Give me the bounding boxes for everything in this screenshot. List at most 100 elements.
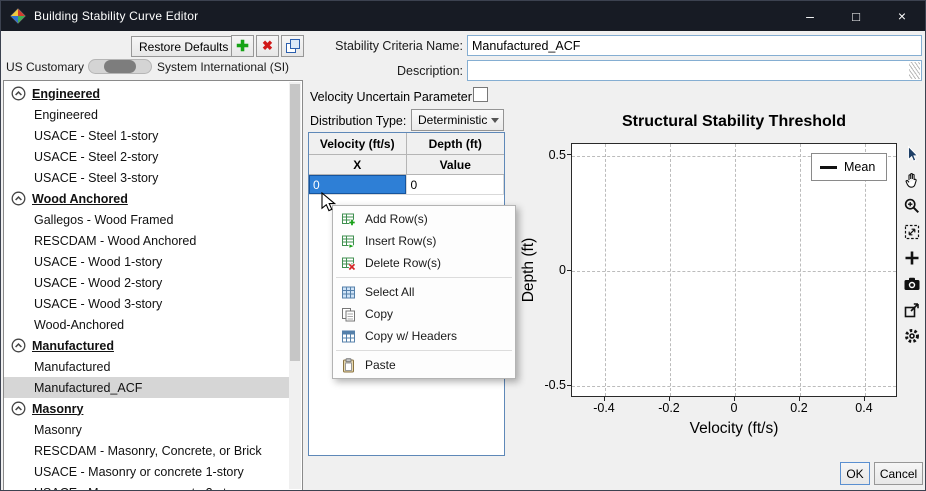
minimize-button[interactable]: – bbox=[787, 1, 833, 31]
table-row: 0 0 bbox=[309, 175, 504, 195]
tree-scrollbar[interactable] bbox=[289, 82, 301, 489]
tree-group-engineered[interactable]: Engineered bbox=[4, 83, 291, 104]
settings-gear-icon[interactable] bbox=[903, 327, 921, 345]
description-label: Description: bbox=[397, 64, 463, 78]
unit-label-us-customary[interactable]: US Customary bbox=[6, 60, 84, 74]
tree-item-selected[interactable]: Manufactured_ACF bbox=[4, 377, 291, 398]
tree-item[interactable]: Gallegos - Wood Framed bbox=[4, 209, 291, 230]
gridline-v bbox=[865, 144, 866, 396]
delete-icon: ✖ bbox=[262, 38, 273, 53]
collapse-icon[interactable] bbox=[11, 401, 26, 416]
description-input[interactable] bbox=[467, 60, 922, 81]
tree-item[interactable]: RESCDAM - Wood Anchored bbox=[4, 230, 291, 251]
collapse-icon[interactable] bbox=[11, 338, 26, 353]
add-curve-button[interactable]: ✚ bbox=[231, 35, 254, 57]
legend-mean-label: Mean bbox=[844, 160, 876, 174]
ok-button[interactable]: OK bbox=[840, 462, 870, 485]
gridline-v bbox=[735, 144, 736, 396]
tree-item[interactable]: USACE - Masonry or concrete 1-story bbox=[4, 461, 291, 482]
menu-item-select-all[interactable]: Select All bbox=[333, 281, 515, 303]
tree-group-manufactured[interactable]: Manufactured bbox=[4, 335, 291, 356]
menu-item-copy[interactable]: Copy bbox=[333, 303, 515, 325]
distribution-type-dropdown[interactable]: Deterministic bbox=[411, 109, 504, 131]
resize-grip-icon[interactable] bbox=[909, 62, 920, 79]
unit-toggle[interactable] bbox=[88, 59, 152, 74]
titlebar[interactable]: Building Stability Curve Editor – □ × bbox=[1, 1, 925, 31]
gridline-v bbox=[800, 144, 801, 396]
tree-item[interactable]: USACE - Steel 3-story bbox=[4, 167, 291, 188]
unit-label-si[interactable]: System International (SI) bbox=[157, 60, 289, 74]
column-header-depth[interactable]: Depth (ft) bbox=[406, 133, 504, 155]
y-tick-mark bbox=[567, 270, 571, 271]
delete-row-icon bbox=[341, 256, 356, 271]
pan-hand-icon[interactable] bbox=[903, 171, 921, 189]
cell-depth[interactable]: 0 bbox=[406, 175, 504, 195]
tree-item[interactable]: USACE - Wood 3-story bbox=[4, 293, 291, 314]
stability-criteria-name-label: Stability Criteria Name: bbox=[335, 39, 463, 53]
tree-item[interactable]: Manufactured bbox=[4, 356, 291, 377]
copy-curve-button[interactable] bbox=[281, 35, 304, 57]
plot-area[interactable] bbox=[571, 143, 897, 397]
maximize-button[interactable]: □ bbox=[833, 1, 879, 31]
tree-group-wood-anchored[interactable]: Wood Anchored bbox=[4, 188, 291, 209]
tree-item[interactable]: RESCDAM - Masonry, Concrete, or Brick bbox=[4, 440, 291, 461]
copy-icon bbox=[341, 307, 356, 322]
menu-item-paste[interactable]: Paste bbox=[333, 354, 515, 376]
window-title: Building Stability Curve Editor bbox=[34, 9, 199, 23]
table-context-menu: Add Row(s) Insert Row(s) Delete Row(s) S… bbox=[332, 205, 516, 379]
tree-item[interactable]: USACE - Masonry or concrete 2-story bbox=[4, 482, 291, 491]
select-all-icon bbox=[341, 285, 356, 300]
zoom-in-icon[interactable] bbox=[903, 197, 921, 215]
scrollbar-thumb[interactable] bbox=[290, 84, 300, 361]
menu-item-label: Select All bbox=[365, 285, 415, 299]
menu-item-label: Add Row(s) bbox=[365, 212, 428, 226]
y-tick-mark bbox=[567, 154, 571, 155]
menu-item-add-rows[interactable]: Add Row(s) bbox=[333, 208, 515, 230]
unit-toggle-knob[interactable] bbox=[104, 60, 136, 73]
collapse-icon[interactable] bbox=[11, 86, 26, 101]
collapse-icon[interactable] bbox=[11, 191, 26, 206]
x-tick-label: 0.2 bbox=[790, 401, 808, 415]
crosshair-icon[interactable] bbox=[903, 249, 921, 267]
menu-item-label: Copy bbox=[365, 307, 394, 321]
column-header-velocity[interactable]: Velocity (ft/s) bbox=[309, 133, 407, 155]
menu-item-copy-with-headers[interactable]: Copy w/ Headers bbox=[333, 325, 515, 347]
tree-item[interactable]: Wood-Anchored bbox=[4, 314, 291, 335]
stability-criteria-name-input[interactable] bbox=[467, 35, 922, 56]
zoom-window-icon[interactable] bbox=[903, 223, 921, 241]
tree-item[interactable]: USACE - Steel 2-story bbox=[4, 146, 291, 167]
close-button[interactable]: × bbox=[879, 1, 925, 31]
velocity-uncertain-checkbox[interactable] bbox=[473, 87, 488, 102]
y-tick-label: -0.5 bbox=[544, 378, 566, 392]
menu-item-delete-rows[interactable]: Delete Row(s) bbox=[333, 252, 515, 274]
tree-item[interactable]: USACE - Wood 2-story bbox=[4, 272, 291, 293]
distribution-type-label: Distribution Type: bbox=[310, 114, 407, 128]
tree-item[interactable]: Engineered bbox=[4, 104, 291, 125]
subheader-x[interactable]: X bbox=[309, 155, 407, 175]
tree-group-label: Engineered bbox=[32, 86, 101, 101]
legend-mean-line-icon bbox=[820, 165, 837, 169]
delete-curve-button[interactable]: ✖ bbox=[256, 35, 279, 57]
tree-item[interactable]: Masonry bbox=[4, 419, 291, 440]
tree-item[interactable]: USACE - Steel 1-story bbox=[4, 125, 291, 146]
export-icon[interactable] bbox=[903, 301, 921, 319]
menu-separator bbox=[336, 277, 512, 278]
cancel-button[interactable]: Cancel bbox=[874, 462, 923, 485]
x-axis-label: Velocity (ft/s) bbox=[689, 420, 779, 437]
menu-separator bbox=[336, 350, 512, 351]
subheader-value[interactable]: Value bbox=[406, 155, 504, 175]
distribution-type-value: Deterministic bbox=[418, 113, 488, 127]
restore-defaults-button[interactable]: Restore Defaults bbox=[131, 36, 237, 57]
x-tick-label: -0.4 bbox=[593, 401, 615, 415]
camera-icon[interactable] bbox=[903, 275, 921, 293]
y-axis-label: Depth (ft) bbox=[520, 237, 537, 303]
gridline-h bbox=[572, 271, 896, 272]
pointer-icon[interactable] bbox=[903, 145, 921, 163]
y-tick-mark bbox=[567, 385, 571, 386]
tree-group-masonry[interactable]: Masonry bbox=[4, 398, 291, 419]
menu-item-insert-rows[interactable]: Insert Row(s) bbox=[333, 230, 515, 252]
insert-row-icon bbox=[341, 234, 356, 249]
tree-item[interactable]: USACE - Wood 1-story bbox=[4, 251, 291, 272]
y-tick-label: 0.5 bbox=[548, 148, 566, 162]
menu-item-label: Copy w/ Headers bbox=[365, 329, 458, 343]
